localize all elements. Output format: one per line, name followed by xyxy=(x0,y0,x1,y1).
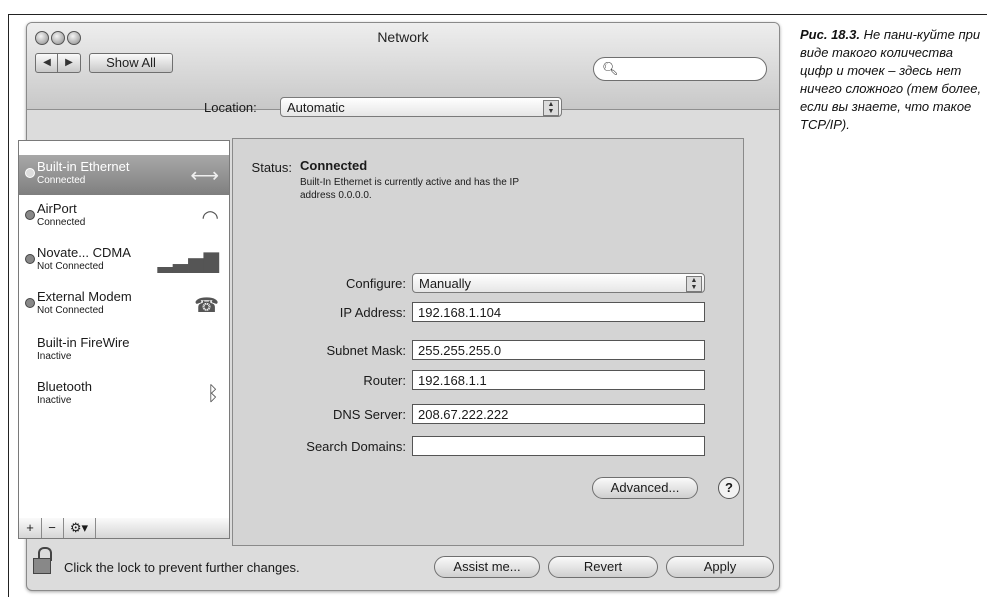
help-button[interactable]: ? xyxy=(718,477,740,499)
service-name: External Modem xyxy=(37,289,132,304)
signal-bars-icon: ▂▃▅▇ xyxy=(157,251,219,273)
remove-service-button[interactable]: − xyxy=(41,518,64,538)
figure-number: Рис. 18.3. xyxy=(800,27,860,42)
action-menu-button[interactable]: ⚙▾ xyxy=(63,518,96,538)
service-status: Not Connected xyxy=(37,261,104,272)
subnet-mask-field[interactable]: 255.255.255.0 xyxy=(412,340,705,360)
search-field[interactable]: 🔍︎ xyxy=(593,57,767,81)
assist-me-button[interactable]: Assist me... xyxy=(434,556,540,578)
service-status: Not Connected xyxy=(37,305,104,316)
service-status: Connected xyxy=(37,217,86,228)
status-dot-icon xyxy=(25,254,35,264)
service-status: Inactive xyxy=(37,395,72,406)
caption-text: Не пани-куйте при виде такого количества… xyxy=(800,27,982,132)
location-label: Location: xyxy=(204,100,257,115)
lock-message: Click the lock to prevent further change… xyxy=(64,560,300,575)
service-name: Bluetooth xyxy=(37,379,92,394)
service-novate-cdma[interactable]: Novate... CDMA Not Connected ▂▃▅▇ xyxy=(19,241,229,281)
service-name: Novate... CDMA xyxy=(37,245,131,260)
add-service-button[interactable]: + xyxy=(19,518,42,538)
ip-address-label: IP Address: xyxy=(339,305,406,320)
page-border-left xyxy=(8,14,9,597)
configure-label: Configure: xyxy=(346,276,406,291)
lock-icon[interactable] xyxy=(31,547,53,575)
service-status: Inactive xyxy=(37,351,72,362)
status-value: Connected xyxy=(300,158,368,173)
show-all-button[interactable]: Show All xyxy=(89,53,173,73)
status-dot-icon xyxy=(25,210,35,220)
forward-button[interactable]: ▶ xyxy=(57,53,81,73)
location-select[interactable]: Automatic ▲ ▼ xyxy=(280,97,562,117)
service-status: Connected xyxy=(37,175,86,186)
back-button[interactable]: ◀ xyxy=(35,53,59,73)
search-domains-label: Search Domains: xyxy=(306,439,406,454)
service-built-in-firewire[interactable]: Built-in FireWire Inactive xyxy=(19,331,229,371)
dns-server-label: DNS Server: xyxy=(333,407,406,422)
search-icon: 🔍︎ xyxy=(602,61,619,76)
service-bluetooth[interactable]: Bluetooth Inactive ᛒ xyxy=(19,375,229,415)
phone-icon: ☎ xyxy=(194,295,219,317)
dns-server-field[interactable]: 208.67.222.222 xyxy=(412,404,705,424)
wifi-icon: ◠ xyxy=(201,207,219,229)
location-value: Automatic xyxy=(287,100,345,115)
search-domains-field[interactable] xyxy=(412,436,705,456)
window-title: Network xyxy=(377,29,429,45)
service-external-modem[interactable]: External Modem Not Connected ☎ xyxy=(19,285,229,325)
configure-select[interactable]: Manually ▲ ▼ xyxy=(412,273,705,293)
ip-address-field[interactable]: 192.168.1.104 xyxy=(412,302,705,322)
status-dot-icon xyxy=(25,298,35,308)
revert-button[interactable]: Revert xyxy=(548,556,658,578)
popup-stepper-icon: ▲ ▼ xyxy=(543,100,559,116)
network-services-list: Built-in Ethernet Connected ⟷ AirPort Co… xyxy=(18,140,230,519)
status-dot-icon xyxy=(25,168,35,178)
service-name: AirPort xyxy=(37,201,77,216)
service-list-toolbar: + − ⚙▾ xyxy=(18,518,230,539)
subnet-mask-label: Subnet Mask: xyxy=(326,343,407,358)
lock-body xyxy=(33,558,51,574)
back-arrow-icon: ◀ xyxy=(43,57,51,68)
popup-stepper-icon: ▲ ▼ xyxy=(686,276,702,292)
advanced-button[interactable]: Advanced... xyxy=(592,477,698,499)
router-field[interactable]: 192.168.1.1 xyxy=(412,370,705,390)
service-airport[interactable]: AirPort Connected ◠ xyxy=(19,197,229,237)
service-name: Built-in FireWire xyxy=(37,335,130,350)
status-label: Status: xyxy=(251,160,292,175)
forward-arrow-icon: ▶ xyxy=(65,57,73,68)
apply-button[interactable]: Apply xyxy=(666,556,774,578)
configure-value: Manually xyxy=(419,276,472,291)
page-border-top xyxy=(8,14,987,15)
status-description: Built-In Ethernet is currently active an… xyxy=(300,177,519,201)
router-label: Router: xyxy=(363,373,406,388)
bluetooth-icon: ᛒ xyxy=(207,383,219,405)
figure-caption: Рис. 18.3. Не пани-куйте при виде такого… xyxy=(800,26,982,134)
service-name: Built-in Ethernet xyxy=(37,159,130,174)
